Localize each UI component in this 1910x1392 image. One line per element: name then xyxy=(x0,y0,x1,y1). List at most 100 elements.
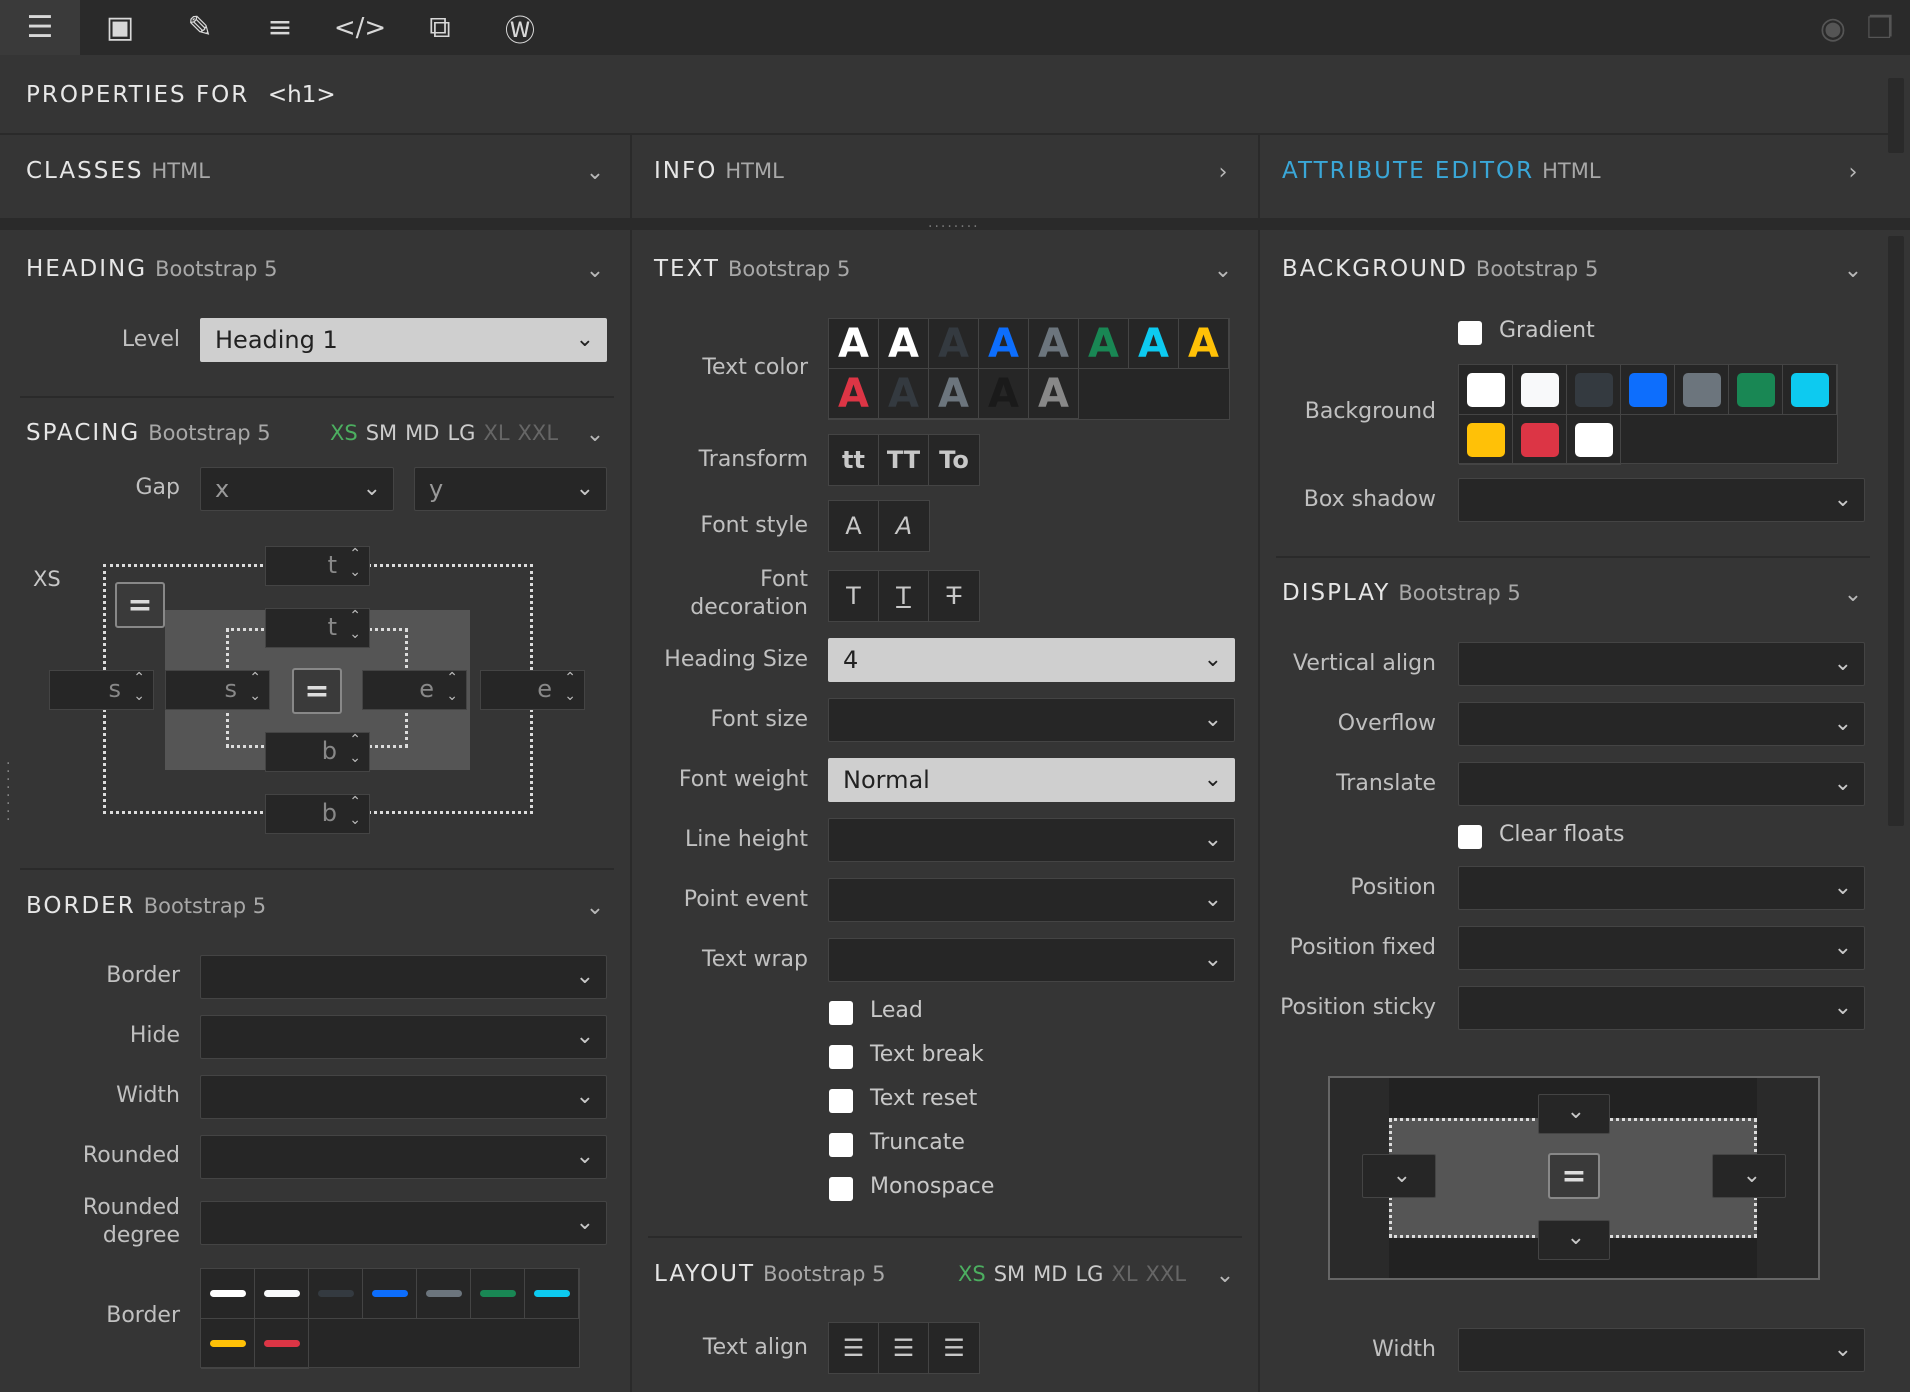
background-color-swatch[interactable] xyxy=(1459,415,1513,465)
border-color-swatch[interactable] xyxy=(471,1269,525,1319)
breakpoint-tabs[interactable]: XS SM MD LG XL XXL xyxy=(330,421,558,445)
border-color-swatch[interactable] xyxy=(363,1269,417,1319)
chevron-down-icon[interactable]: ⌄ xyxy=(1838,255,1868,285)
width-select[interactable]: ⌄ xyxy=(200,1075,607,1119)
width-select[interactable]: ⌄ xyxy=(1458,1328,1865,1372)
overflow-select[interactable]: ⌄ xyxy=(1458,702,1865,746)
border-section-title[interactable]: BORDER Bootstrap 5 xyxy=(26,893,266,919)
align-center-icon[interactable]: ☰ xyxy=(879,1323,929,1373)
text-color-swatch[interactable]: A xyxy=(829,369,879,419)
text-color-swatch[interactable]: A xyxy=(1129,319,1179,369)
component-icon[interactable]: ▣ xyxy=(80,0,160,55)
eye-icon[interactable]: ◉ xyxy=(1813,8,1853,48)
box-shadow-select[interactable]: ⌄ xyxy=(1458,478,1865,522)
gap-x-select[interactable]: x ⌄ xyxy=(200,467,394,511)
position-bottom-select[interactable]: ⌄ xyxy=(1538,1220,1610,1260)
monospace-checkbox[interactable] xyxy=(829,1177,853,1201)
window-icon[interactable]: ❐ xyxy=(1860,8,1900,48)
text-color-swatch[interactable]: A xyxy=(929,369,979,419)
padding-bottom-input[interactable]: b ⌃ ⌄ xyxy=(265,732,370,772)
wordpress-icon[interactable]: Ⓦ xyxy=(480,0,560,55)
rounded-select[interactable]: ⌄ xyxy=(200,1135,607,1179)
text-color-swatch[interactable]: A xyxy=(879,369,929,419)
border-color-swatch[interactable] xyxy=(255,1319,309,1369)
padding-start-input[interactable]: s ⌃ ⌄ xyxy=(165,670,270,710)
padding-top-input[interactable]: t ⌃ ⌄ xyxy=(265,608,370,648)
text-color-swatch[interactable]: A xyxy=(979,319,1029,369)
gap-y-select[interactable]: y ⌄ xyxy=(414,467,607,511)
normal-style-button[interactable]: A xyxy=(829,501,879,551)
border-color-swatch[interactable] xyxy=(255,1269,309,1319)
background-color-swatch[interactable] xyxy=(1513,365,1567,415)
rounded-degree-select[interactable]: ⌄ xyxy=(200,1201,607,1245)
border-color-swatch[interactable] xyxy=(201,1319,255,1369)
background-section-title[interactable]: BACKGROUND Bootstrap 5 xyxy=(1282,256,1598,282)
align-left-icon[interactable]: ☰ xyxy=(829,1323,879,1373)
chevron-down-icon[interactable]: ⌄ xyxy=(1208,255,1238,285)
italic-style-button[interactable]: A xyxy=(879,501,929,551)
equalize-margin-button[interactable]: = xyxy=(115,582,165,628)
chevron-right-icon[interactable]: › xyxy=(1208,157,1238,187)
align-right-icon[interactable]: ☰ xyxy=(929,1323,979,1373)
equalize-padding-button[interactable]: = xyxy=(292,668,342,714)
position-left-select[interactable]: ⌄ xyxy=(1362,1154,1436,1198)
truncate-checkbox[interactable] xyxy=(829,1133,853,1157)
line-height-select[interactable]: ⌄ xyxy=(828,818,1235,862)
background-color-swatch[interactable] xyxy=(1567,365,1621,415)
point-event-select[interactable]: ⌄ xyxy=(828,878,1235,922)
text-color-swatch[interactable]: A xyxy=(1179,319,1229,369)
attribute-editor-title[interactable]: ATTRIBUTE EDITOR HTML xyxy=(1282,158,1601,184)
chevron-down-icon[interactable]: ⌄ xyxy=(580,255,610,285)
margin-bottom-input[interactable]: b ⌃ ⌄ xyxy=(265,794,370,834)
text-break-checkbox[interactable] xyxy=(829,1045,853,1069)
position-select[interactable]: ⌄ xyxy=(1458,866,1865,910)
border-color-swatch[interactable] xyxy=(201,1269,255,1319)
background-color-swatch[interactable] xyxy=(1513,415,1567,465)
chevron-down-icon[interactable]: ⌄ xyxy=(580,157,610,187)
level-select[interactable]: Heading 1 ⌄ xyxy=(200,318,607,362)
no-decoration-button[interactable]: T xyxy=(829,571,879,621)
text-color-swatch[interactable]: A xyxy=(979,369,1029,419)
margin-end-input[interactable]: e ⌃ ⌄ xyxy=(480,670,585,710)
font-size-select[interactable]: ⌄ xyxy=(828,698,1235,742)
scrollbar[interactable] xyxy=(1888,78,1904,153)
display-section-title[interactable]: DISPLAY Bootstrap 5 xyxy=(1282,580,1521,606)
margin-top-input[interactable]: t ⌃ ⌄ xyxy=(265,546,370,586)
brush-icon[interactable]: ✎ xyxy=(160,0,240,55)
heading-section-title[interactable]: HEADING Bootstrap 5 xyxy=(26,256,277,282)
scrollbar[interactable] xyxy=(1888,236,1904,826)
spacing-section-title[interactable]: SPACING Bootstrap 5 xyxy=(26,420,271,446)
background-color-swatch[interactable] xyxy=(1729,365,1783,415)
text-section-title[interactable]: TEXT Bootstrap 5 xyxy=(654,256,850,282)
code-icon[interactable]: </> xyxy=(320,0,400,55)
breakpoint-tabs[interactable]: XS SM MD LG XL XXL xyxy=(958,1262,1186,1286)
border-color-swatch[interactable] xyxy=(525,1269,579,1319)
chevron-down-icon[interactable]: ⌄ xyxy=(1210,1260,1240,1290)
font-weight-select[interactable]: Normal ⌄ xyxy=(828,758,1235,802)
list-icon[interactable]: ≡ xyxy=(240,0,320,55)
gradient-checkbox[interactable] xyxy=(1458,321,1482,345)
info-panel-title[interactable]: INFO HTML xyxy=(654,158,784,184)
hide-select[interactable]: ⌄ xyxy=(200,1015,607,1059)
padding-end-input[interactable]: e ⌃ ⌄ xyxy=(362,670,467,710)
margin-start-input[interactable]: s ⌃ ⌄ xyxy=(49,670,154,710)
text-reset-checkbox[interactable] xyxy=(829,1089,853,1113)
layout-section-title[interactable]: LAYOUT Bootstrap 5 xyxy=(654,1261,885,1287)
underline-button[interactable]: T xyxy=(879,571,929,621)
text-wrap-select[interactable]: ⌄ xyxy=(828,938,1235,982)
equalize-position-button[interactable]: = xyxy=(1548,1153,1600,1199)
text-color-swatch[interactable]: A xyxy=(929,319,979,369)
sliders-icon[interactable]: ☰ xyxy=(0,0,80,55)
position-top-select[interactable]: ⌄ xyxy=(1538,1094,1610,1134)
background-color-swatch[interactable] xyxy=(1675,365,1729,415)
text-color-swatch[interactable]: A xyxy=(1029,319,1079,369)
chevron-down-icon[interactable]: ⌄ xyxy=(1838,579,1868,609)
classes-panel-title[interactable]: CLASSES HTML xyxy=(26,158,210,184)
text-color-swatch[interactable]: A xyxy=(829,319,879,369)
vertical-align-select[interactable]: ⌄ xyxy=(1458,642,1865,686)
background-color-swatch[interactable] xyxy=(1459,365,1513,415)
grip-icon[interactable]: ········ xyxy=(928,219,980,235)
border-color-swatch[interactable] xyxy=(417,1269,471,1319)
border-select[interactable]: ⌄ xyxy=(200,955,607,999)
text-color-swatch[interactable]: A xyxy=(1029,369,1079,419)
